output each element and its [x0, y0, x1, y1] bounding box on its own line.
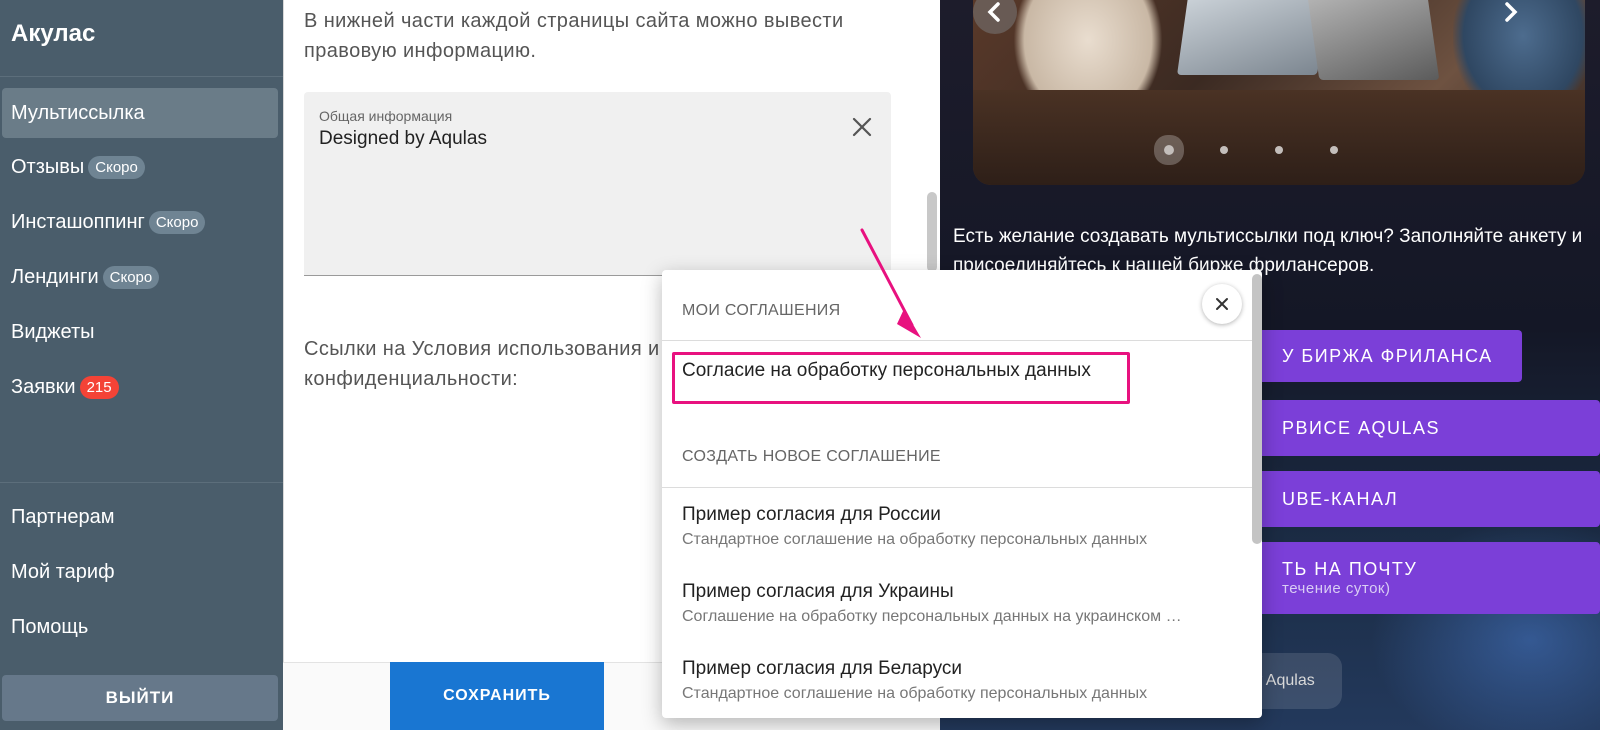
- sidebar-item-label: Инсташоппинг: [11, 210, 145, 233]
- status-badge: Скоро: [102, 265, 160, 289]
- template-item-title[interactable]: Пример согласия для России: [682, 504, 941, 526]
- divider: [662, 487, 1252, 488]
- sidebar: Акулас Мультиссылка Отзывы Скоро Инсташо…: [0, 0, 283, 730]
- clear-icon[interactable]: [851, 116, 873, 138]
- status-badge: Скоро: [148, 210, 206, 234]
- sidebar-item-tariff[interactable]: Мой тариф: [0, 547, 283, 597]
- intro-text: В нижней части каждой страницы сайта мож…: [304, 10, 844, 62]
- sidebar-item-label: Мой тариф: [11, 560, 115, 583]
- sidebar-item-label: Партнерам: [11, 505, 115, 528]
- close-button[interactable]: [1202, 284, 1242, 324]
- button-sublabel: течение суток): [1282, 580, 1391, 597]
- button-label: ТЬ НА ПОЧТУ: [1282, 559, 1418, 579]
- general-info-field[interactable]: Общая информация Designed by Aqulas: [304, 92, 891, 276]
- my-agreements-heading: МОИ СОГЛАШЕНИЯ: [682, 302, 841, 319]
- sidebar-item-help[interactable]: Помощь: [0, 602, 283, 652]
- chevron-right-icon: [1505, 2, 1518, 22]
- photo-laptop: [1177, 0, 1329, 75]
- brand-title: Акулас: [11, 20, 96, 47]
- carousel-dot[interactable]: [1164, 145, 1174, 155]
- sidebar-item-multilink[interactable]: Мультиссылка: [2, 88, 278, 138]
- sidebar-item-label: Заявки: [11, 375, 76, 398]
- template-item-subtitle: Стандартное соглашение на обработку перс…: [682, 685, 1148, 702]
- chevron-left-icon: [987, 2, 1000, 22]
- sidebar-item-landings[interactable]: Лендинги Скоро: [0, 252, 283, 302]
- sidebar-item-reviews[interactable]: Отзывы Скоро: [0, 142, 283, 192]
- sidebar-item-label: Лендинги: [11, 265, 99, 288]
- agreements-dropdown: МОИ СОГЛАШЕНИЯ Согласие на обработку пер…: [662, 270, 1262, 718]
- count-badge: 215: [79, 375, 119, 399]
- template-item-title[interactable]: Пример согласия для Украины: [682, 581, 954, 603]
- logout-button[interactable]: ВЫЙТИ: [2, 675, 278, 721]
- button-label: UBE-КАНАЛ: [1282, 488, 1399, 509]
- template-item-title[interactable]: Пример согласия для Беларуси: [682, 658, 962, 680]
- carousel-dot[interactable]: [1330, 146, 1338, 154]
- editor-scrollbar[interactable]: [927, 192, 937, 272]
- carousel-dot[interactable]: [1220, 146, 1228, 154]
- save-button[interactable]: СОХРАНИТЬ: [390, 662, 604, 730]
- sidebar-item-label: Виджеты: [11, 320, 95, 343]
- divider: [662, 340, 1252, 341]
- agreement-item[interactable]: Согласие на обработку персональных данны…: [682, 360, 1091, 382]
- field-label: Общая информация: [319, 108, 453, 124]
- sidebar-item-instashopping[interactable]: Инсташоппинг Скоро: [0, 197, 283, 247]
- carousel-image: [973, 0, 1585, 185]
- field-value[interactable]: Designed by Aqulas: [319, 128, 487, 150]
- dropdown-scrollbar[interactable]: [1252, 274, 1262, 544]
- sidebar-item-label: Помощь: [11, 615, 89, 638]
- sidebar-divider: [0, 482, 283, 483]
- template-item-subtitle: Соглашение на обработку персональных дан…: [682, 608, 1182, 625]
- sidebar-item-partners[interactable]: Партнерам: [0, 492, 283, 542]
- template-item-subtitle: Стандартное соглашение на обработку перс…: [682, 531, 1148, 548]
- status-badge: Скоро: [88, 155, 145, 179]
- photo-laptop: [1306, 0, 1440, 80]
- button-label: У БИРЖА ФРИЛАНСА: [1282, 345, 1493, 366]
- carousel-dot[interactable]: [1275, 146, 1283, 154]
- sidebar-item-label: Отзывы: [11, 155, 85, 178]
- sidebar-divider: [0, 76, 283, 77]
- close-icon: [1216, 298, 1228, 310]
- sidebar-item-label: Мультиссылка: [11, 101, 145, 124]
- sidebar-item-widgets[interactable]: Виджеты: [0, 307, 283, 357]
- photo-table: [973, 90, 1585, 185]
- create-agreement-heading: СОЗДАТЬ НОВОЕ СОГЛАШЕНИЕ: [682, 448, 941, 465]
- sidebar-item-requests[interactable]: Заявки 215: [0, 362, 283, 412]
- button-label: РВИСЕ AQULAS: [1282, 417, 1440, 438]
